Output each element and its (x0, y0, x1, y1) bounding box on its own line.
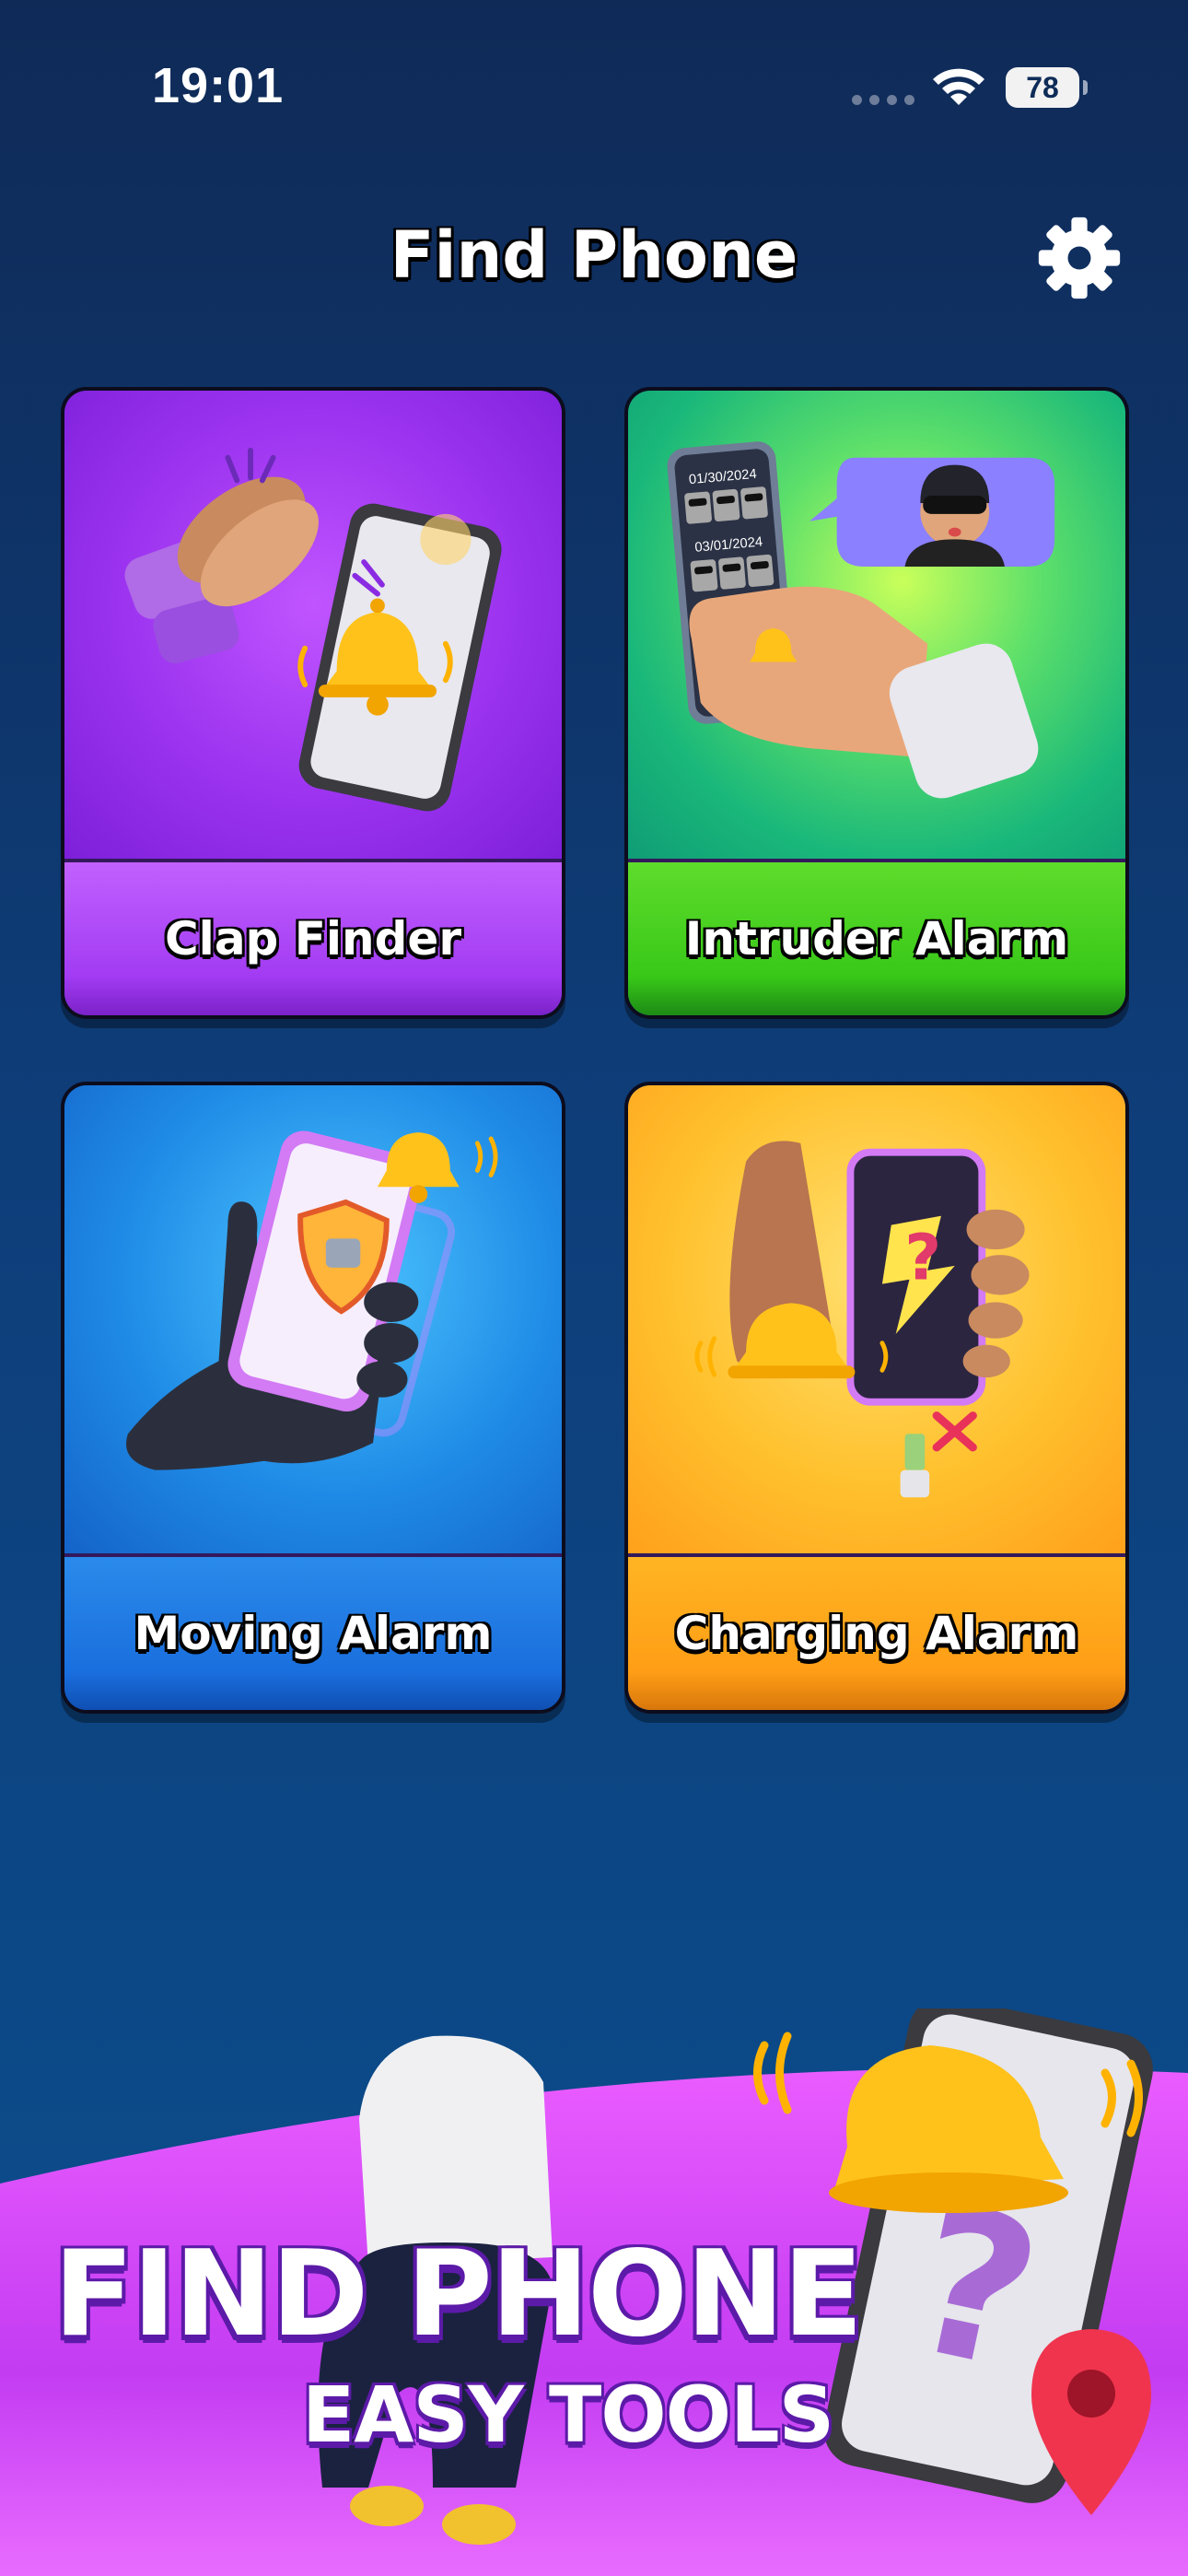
moving-alarm-card[interactable]: Moving Alarm (61, 1082, 565, 1714)
settings-gear-icon[interactable] (1035, 214, 1124, 302)
banner-headline: FIND PHONE (53, 2226, 863, 2363)
intruder-alarm-card[interactable]: 01/30/2024 03/01/2024 Intruder Alarm (624, 387, 1129, 1019)
charging-phone-illustration: ? (628, 1085, 1125, 1561)
svg-text:?: ? (904, 1222, 941, 1295)
clap-phone-illustration (64, 391, 562, 866)
charging-alarm-label-bar: Charging Alarm (628, 1553, 1125, 1710)
clap-finder-label-bar: Clap Finder (64, 859, 562, 1015)
status-bar: 19:01 78 (0, 0, 1188, 175)
banner-subheadline: EASY TOOLS (302, 2370, 834, 2460)
intruder-alarm-label-bar: Intruder Alarm (628, 859, 1125, 1015)
clap-finder-card[interactable]: Clap Finder (61, 387, 565, 1019)
battery-indicator: 78 (1006, 67, 1088, 108)
page-title: Find Phone (390, 217, 798, 293)
moving-alarm-label: Moving Alarm (134, 1607, 493, 1660)
intruder-phone-illustration: 01/30/2024 03/01/2024 (628, 391, 1125, 866)
charging-alarm-card[interactable]: ? Charging Alarm (624, 1082, 1129, 1714)
moving-phone-illustration (64, 1085, 562, 1561)
clap-finder-label: Clap Finder (164, 912, 462, 966)
wifi-icon (933, 68, 984, 105)
charging-alarm-label: Charging Alarm (674, 1607, 1079, 1660)
cellular-signal-icon (852, 95, 914, 105)
intruder-alarm-label: Intruder Alarm (684, 912, 1069, 966)
moving-alarm-label-bar: Moving Alarm (64, 1553, 562, 1710)
status-time: 19:01 (152, 58, 285, 113)
